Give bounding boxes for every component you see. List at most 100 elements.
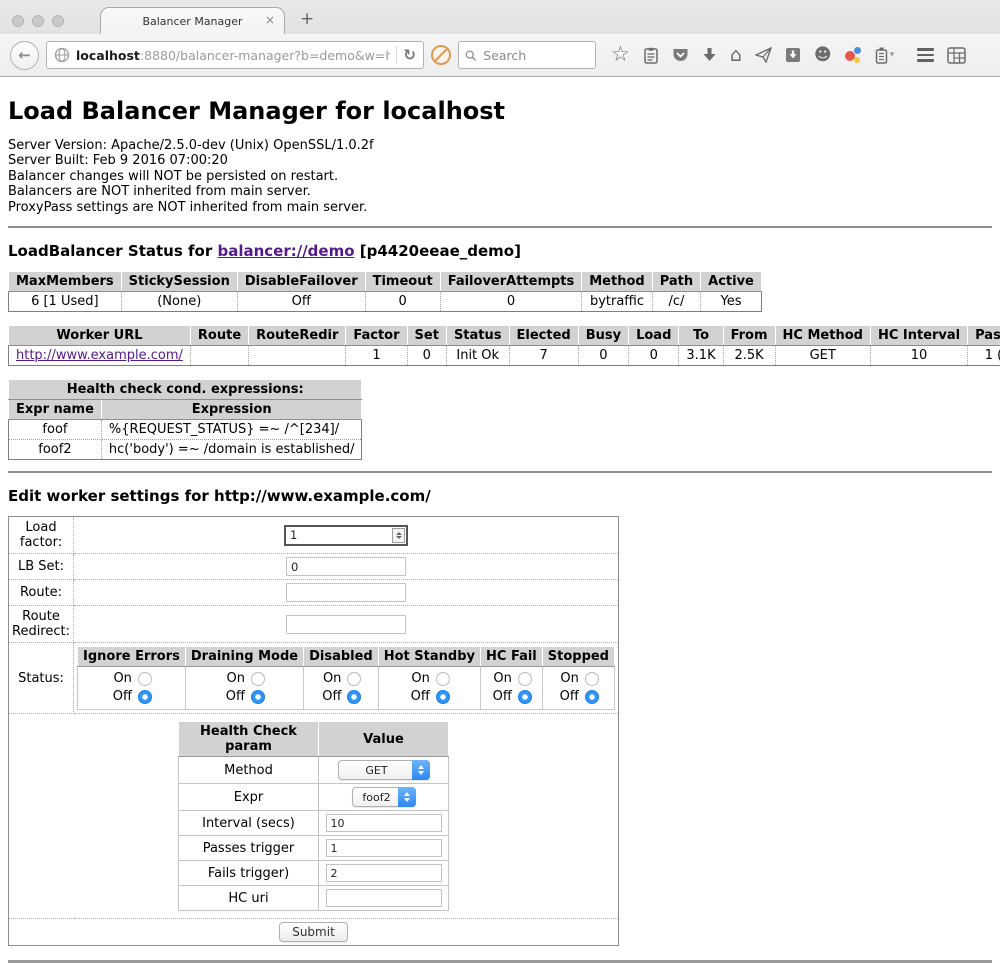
dropdown-caret-icon[interactable]: ▾ (890, 50, 895, 60)
url-path: :8880/balancer-manager?b=demo&w=http://w… (140, 48, 391, 63)
header-cell: Method (582, 272, 652, 292)
header-cell: Expr name (9, 400, 102, 420)
divider (8, 226, 992, 228)
data-cell: Yes (701, 292, 762, 312)
hc-fails-input[interactable] (326, 864, 442, 882)
expr-table-title: Health check cond. expressions: (9, 380, 362, 400)
data-cell (190, 346, 248, 366)
data-cell: bytraffic (582, 292, 652, 312)
header-cell: HC Fail (481, 647, 543, 667)
content-blocked-icon[interactable] (431, 45, 451, 65)
header-cell: Factor (346, 326, 407, 346)
header-cell: RouteRedir (249, 326, 346, 346)
route-input[interactable] (286, 583, 406, 602)
menu-hamburger-icon[interactable] (917, 48, 934, 62)
header-cell: From (723, 326, 775, 346)
data-cell: /c/ (652, 292, 700, 312)
disabled-on-radio[interactable] (347, 672, 361, 686)
load-factor-input[interactable] (286, 527, 391, 544)
reading-list-icon[interactable] (643, 47, 659, 64)
health-check-table: Health Check param Value Method GET Expr (178, 721, 449, 911)
hc-method-select[interactable]: GET (338, 760, 430, 780)
data-cell: 0 (440, 292, 582, 312)
tab-title: Balancer Manager (142, 15, 242, 28)
worker-settings-form: Load factor: LB Set: Route: Route Redire… (8, 516, 619, 946)
load-factor-field (284, 525, 408, 546)
url-bar[interactable]: localhost:8880/balancer-manager?b=demo&w… (46, 41, 424, 69)
status-table: Ignore Errors Draining Mode Disabled Hot… (77, 646, 615, 710)
lb-set-input[interactable] (286, 557, 406, 576)
ignore-errors-on-radio[interactable] (138, 672, 152, 686)
worker-url-link[interactable]: http://www.example.com/ (16, 348, 183, 363)
route-redirect-label: Route Redirect: (9, 606, 74, 643)
disabled-off-radio[interactable] (347, 690, 361, 704)
table-row: foof %{REQUEST_STATUS} =~ /^[234]/ (9, 420, 362, 440)
data-cell: 6 [1 Used] (9, 292, 122, 312)
header-cell: Worker URL (9, 326, 191, 346)
hc-passes-input[interactable] (326, 839, 442, 857)
downloads-icon[interactable] (702, 47, 717, 63)
data-cell: 2.5K (723, 346, 775, 366)
hc-uri-input[interactable] (326, 889, 442, 907)
reload-button[interactable]: ↻ (403, 46, 416, 64)
server-version-line: Server Version: Apache/2.5.0-dev (Unix) … (8, 138, 992, 153)
header-cell: Active (701, 272, 762, 292)
battery-addon-icon[interactable]: ▾ (875, 47, 895, 64)
lb-status-heading: LoadBalancer Status for balancer://demo … (8, 242, 992, 260)
window-zoom-button[interactable] (52, 15, 64, 27)
header-cell: Busy (578, 326, 628, 346)
browser-tab[interactable]: Balancer Manager × (100, 7, 285, 34)
hc-fail-on-radio[interactable] (518, 672, 532, 686)
header-cell: MaxMembers (9, 272, 122, 292)
balancer-link[interactable]: balancer://demo (217, 242, 354, 260)
number-spinner[interactable] (392, 528, 405, 543)
toolbar-icons: ☆ ⌂ ☻ ▾ (611, 44, 966, 66)
urlbar-divider (396, 46, 397, 64)
hc-row-fails: Fails trigger) (179, 861, 449, 886)
stopped-on-radio[interactable] (585, 672, 599, 686)
ignore-errors-off-radio[interactable] (138, 690, 152, 704)
hc-fail-off-radio[interactable] (518, 690, 532, 704)
header-cell: Stopped (542, 647, 614, 667)
traffic-lights (12, 15, 64, 27)
route-label: Route: (9, 580, 74, 606)
draining-mode-off-radio[interactable] (251, 690, 265, 704)
addon-download-icon[interactable] (785, 47, 801, 63)
header-cell: Elected (509, 326, 578, 346)
expr-value-cell: hc('body') =~ /domain is established/ (101, 440, 362, 460)
back-button[interactable]: ← (10, 41, 39, 70)
stopped-off-radio[interactable] (585, 690, 599, 704)
url-text[interactable]: localhost:8880/balancer-manager?b=demo&w… (76, 48, 390, 63)
window-close-button[interactable] (12, 15, 24, 27)
feedback-smiley-icon[interactable]: ☻ (814, 45, 832, 65)
header-cell: DisableFailover (237, 272, 365, 292)
route-redirect-input[interactable] (286, 615, 406, 634)
search-input[interactable] (481, 47, 589, 64)
edit-worker-heading: Edit worker settings for http://www.exam… (8, 487, 992, 505)
home-icon[interactable]: ⌂ (730, 44, 742, 66)
load-factor-label: Load factor: (9, 517, 74, 554)
hot-standby-off-radio[interactable] (436, 690, 450, 704)
hot-standby-on-radio[interactable] (436, 672, 450, 686)
select-stepper-icon (412, 760, 430, 780)
hc-interval-input[interactable] (326, 814, 442, 832)
colored-dots-icon[interactable] (845, 47, 862, 63)
select-stepper-icon (398, 787, 416, 807)
header-cell: Hot Standby (378, 647, 480, 667)
proxypass-notice-line: ProxyPass settings are NOT inherited fro… (8, 200, 992, 215)
new-tab-button[interactable]: + (300, 9, 314, 29)
page-title: Load Balancer Manager for localhost (8, 97, 992, 125)
balancer-manager-page: Load Balancer Manager for localhost Serv… (0, 97, 1000, 963)
draining-mode-on-radio[interactable] (251, 672, 265, 686)
window-minimize-button[interactable] (32, 15, 44, 27)
balancer-status-table: MaxMembers StickySession DisableFailover… (8, 271, 762, 312)
data-cell (249, 346, 346, 366)
table-row: foof2 hc('body') =~ /domain is establish… (9, 440, 362, 460)
send-tab-icon[interactable] (755, 47, 772, 63)
submit-button[interactable]: Submit (279, 922, 348, 942)
pocket-icon[interactable] (672, 47, 689, 63)
tab-close-icon[interactable]: × (265, 13, 275, 27)
panel-grid-icon[interactable] (947, 47, 966, 64)
hc-expr-select[interactable]: foof2 (352, 787, 416, 807)
bookmark-star-icon[interactable]: ☆ (611, 44, 630, 65)
